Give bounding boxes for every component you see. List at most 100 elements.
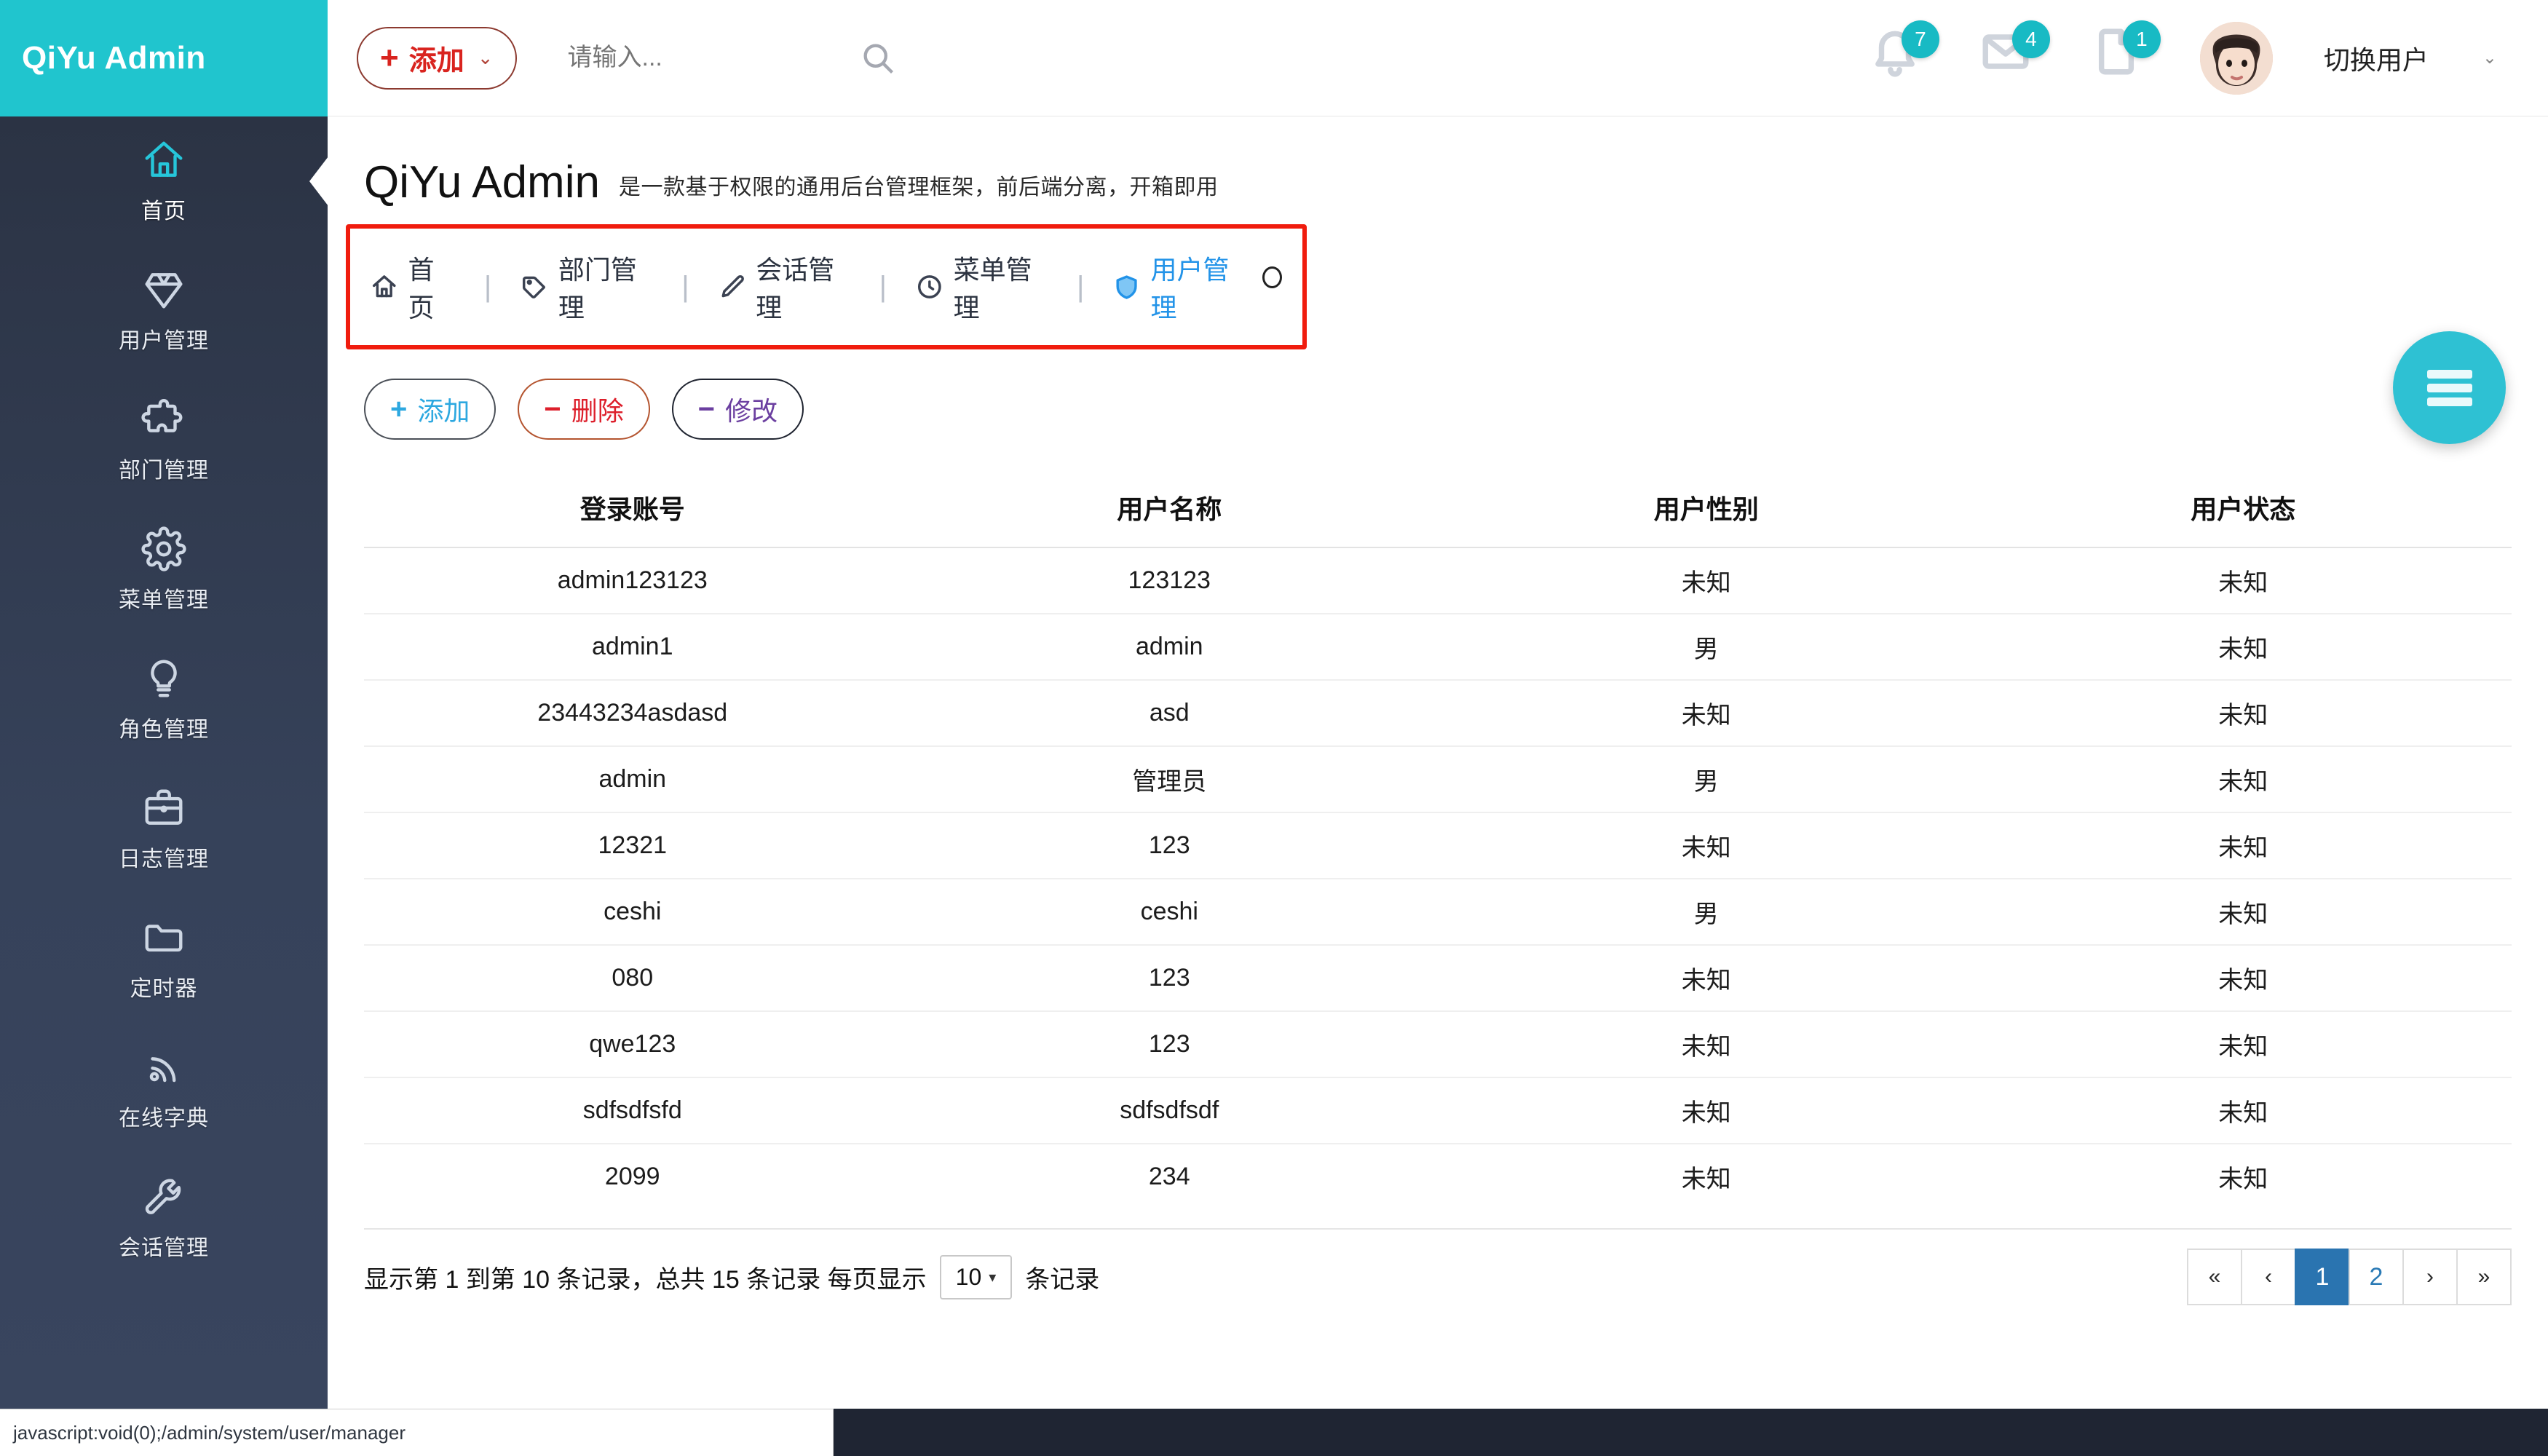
table-cell: 未知 <box>1438 945 1975 1012</box>
table-cell: 未知 <box>1974 746 2512 813</box>
sidebar-item-7[interactable]: 在线字典 <box>0 1024 328 1153</box>
username-label[interactable]: 切换用户 <box>2324 39 2429 77</box>
pagination-page-3[interactable]: 2 <box>2349 1249 2404 1305</box>
home-icon <box>141 138 186 183</box>
gear-icon <box>141 526 186 571</box>
sidebar-item-6[interactable]: 定时器 <box>0 894 328 1024</box>
pagination-page-2[interactable]: 1 <box>2295 1249 2350 1305</box>
sidebar-item-0[interactable]: 首页 <box>0 116 328 246</box>
table-cell: 未知 <box>1974 614 2512 681</box>
table-cell: 123 <box>901 812 1438 879</box>
notification-badge-count: 1 <box>2122 20 2161 58</box>
pagination-arrow-1[interactable]: ‹ <box>2241 1249 2296 1305</box>
notification-badge-count: 4 <box>2011 20 2050 58</box>
status-bar-url: javascript:void(0);/admin/system/user/ma… <box>13 1421 405 1444</box>
table-row[interactable]: admin123123 123123 未知 未知 <box>364 547 2512 614</box>
table-cell: 2099 <box>604 1163 660 1190</box>
search-input[interactable] <box>567 44 808 72</box>
page-size-value: 10 <box>955 1263 982 1290</box>
table-cell: 未知 <box>1974 812 2512 879</box>
top-bar-right: 7 4 1 切换用户 ⌄ <box>1868 20 2548 95</box>
table-row[interactable]: 12321 123 未知 未知 <box>364 812 2512 879</box>
page-header: QiYu Admin 是一款基于权限的通用后台管理框架，前后端分离，开箱即用 <box>328 116 2548 208</box>
pagination-info-prefix: 显示第 1 到第 10 条记录，总共 15 条记录 每页显示 <box>364 1265 927 1294</box>
app-logo-text: QiYu Admin <box>22 40 206 76</box>
app-logo[interactable]: QiYu Admin <box>0 0 328 116</box>
pagination-controls: « ‹ 1 2 › » <box>2187 1249 2512 1305</box>
table-cell: sdfsdfsfd <box>364 1077 901 1144</box>
tab-0[interactable]: 首页 <box>371 249 455 325</box>
table-cell: 未知 <box>1438 1011 1975 1078</box>
floating-menu-button[interactable] <box>2393 331 2506 444</box>
pagination-arrow-5[interactable]: » <box>2456 1249 2512 1305</box>
table-body: admin123123 123123 未知 未知 admin1 admin 男未知 23443… <box>364 547 2512 1209</box>
action-button-group: + 添加 − 删除 − 修改 <box>364 379 2548 440</box>
search-icon[interactable] <box>859 39 897 77</box>
close-icon[interactable] <box>1262 266 1282 288</box>
pagination-arrow-0[interactable]: « <box>2187 1249 2242 1305</box>
tab-label: 菜单管理 <box>953 255 1032 323</box>
tab-label: 首页 <box>408 255 435 323</box>
notification-envelope-icon[interactable]: 4 <box>1979 20 2050 92</box>
table-row[interactable]: 2099 234 未知 未知 <box>364 1144 2512 1209</box>
table-cell: 管理员 <box>901 746 1438 813</box>
table-row[interactable]: admin1 admin 男未知 <box>364 614 2512 681</box>
notification-file-icon[interactable]: 1 <box>2089 20 2161 92</box>
table-cell: 080 <box>364 945 901 1012</box>
tab-1[interactable]: 部门管理 <box>521 249 652 325</box>
table-row[interactable]: 23443234asdasd asd 未知 未知 <box>364 680 2512 747</box>
user-table: 登录账号 用户名称 用户性别 用户状态 admin123123 123123 未知 未知 ad… <box>364 472 2512 1209</box>
sidebar-item-4[interactable]: 角色管理 <box>0 635 328 764</box>
tab-separator: | <box>483 270 492 303</box>
column-header[interactable]: 登录账号 <box>364 472 901 548</box>
sidebar-item-label: 首页 <box>141 199 186 223</box>
sidebar-item-5[interactable]: 日志管理 <box>0 764 328 894</box>
sidebar-item-1[interactable]: 用户管理 <box>0 246 328 376</box>
table-row[interactable]: 080 123 未知 未知 <box>364 945 2512 1012</box>
table-cell: admin <box>364 746 901 813</box>
tab-4[interactable]: 用户管理 <box>1113 249 1282 325</box>
user-table-container: 登录账号 用户名称 用户性别 用户状态 admin123123 123123 未知 未知 ad… <box>364 472 2512 1209</box>
tab-3[interactable]: 菜单管理 <box>916 249 1048 325</box>
sidebar-item-3[interactable]: 菜单管理 <box>0 505 328 635</box>
chevron-down-icon: ▾ <box>989 1269 997 1286</box>
column-header[interactable]: 用户性别 <box>1438 472 1975 548</box>
pagination-info: 显示第 1 到第 10 条记录，总共 15 条记录 每页显示 10 ▾ 条记录 <box>364 1254 1099 1299</box>
tag-icon <box>521 272 548 302</box>
sidebar-item-2[interactable]: 部门管理 <box>0 376 328 505</box>
sidebar-item-8[interactable]: 会话管理 <box>0 1153 328 1283</box>
table-cell: 未知 <box>1974 879 2512 946</box>
table-row[interactable]: admin 管理员男未知 <box>364 746 2512 813</box>
table-head: 登录账号 用户名称 用户性别 用户状态 <box>364 472 2512 548</box>
del-button[interactable]: − 删除 <box>518 379 650 440</box>
table-cell: 男 <box>1438 879 1975 946</box>
tab-2[interactable]: 会话管理 <box>719 249 850 325</box>
chevron-down-icon: ⌄ <box>477 47 494 68</box>
column-header[interactable]: 用户名称 <box>901 472 1438 548</box>
chevron-down-icon: ⌄ <box>2482 48 2497 68</box>
notification-badge-count: 7 <box>1901 20 1939 58</box>
page-size-select[interactable]: 10 ▾ <box>939 1254 1013 1299</box>
table-cell: 未知 <box>1438 680 1975 747</box>
column-header[interactable]: 用户状态 <box>1974 472 2512 548</box>
sidebar-item-label: 菜单管理 <box>119 588 209 612</box>
tab-label: 部门管理 <box>558 255 637 323</box>
table-row[interactable]: qwe123 123 未知 未知 <box>364 1011 2512 1078</box>
add-symbol-icon: + <box>390 393 408 425</box>
table-header-row: 登录账号 用户名称 用户性别 用户状态 <box>364 472 2512 548</box>
table-cell: admin <box>901 614 1438 681</box>
add-dropdown-button[interactable]: + 添加 ⌄ <box>357 26 517 90</box>
avatar[interactable] <box>2199 21 2273 95</box>
sidebar: 首页用户管理 部门管理菜单管理角色管理 日志管理 定时器 在线字典 会话管理 <box>0 116 328 1409</box>
pagination-arrow-4[interactable]: › <box>2402 1249 2458 1305</box>
edit-button[interactable]: − 修改 <box>671 379 804 440</box>
table-row[interactable]: ceshi ceshi 男未知 <box>364 879 2512 946</box>
table-cell: 23443234asdasd <box>364 680 901 747</box>
plus-icon: + <box>380 39 399 76</box>
hamburger-menu-icon <box>2426 365 2472 411</box>
table-cell: 未知 <box>2218 1166 2268 1193</box>
table-row[interactable]: sdfsdfsfd sdfsdfsdf 未知 未知 <box>364 1077 2512 1144</box>
add-button[interactable]: + 添加 <box>364 379 496 440</box>
pagination-label: 2 <box>2369 1262 2383 1291</box>
notification-bell-icon[interactable]: 7 <box>1868 20 1939 92</box>
